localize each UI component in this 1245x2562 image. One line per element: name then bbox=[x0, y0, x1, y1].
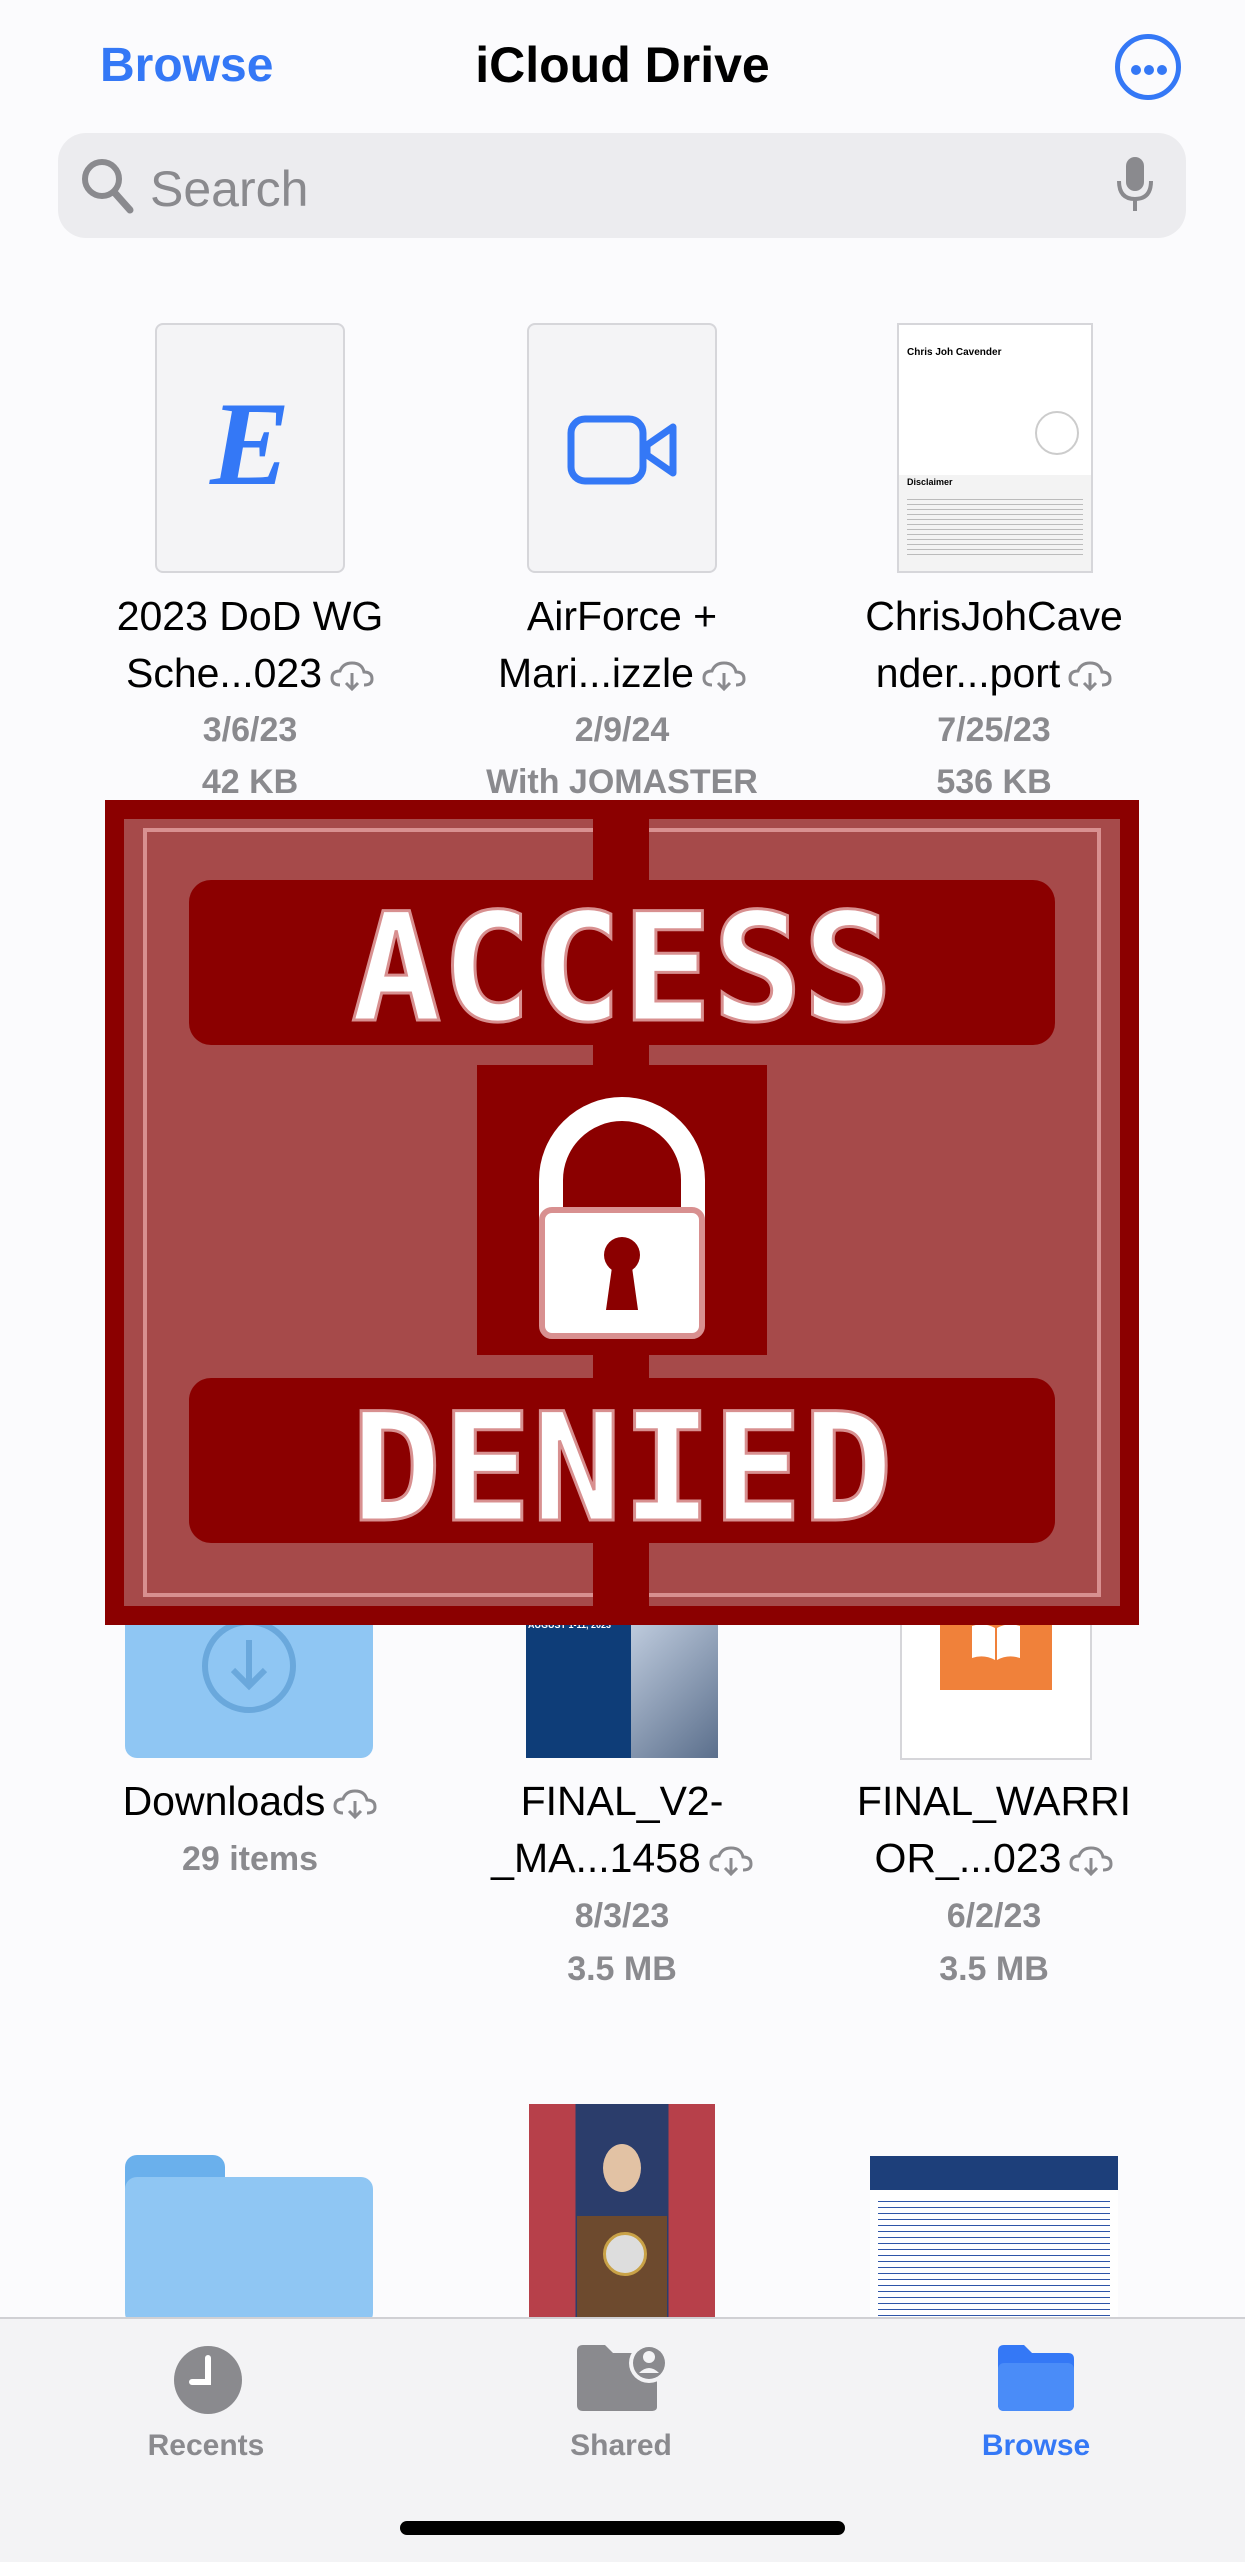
search-icon bbox=[82, 159, 134, 214]
folder-name[interactable]: Downloads bbox=[64, 1773, 436, 1830]
document-thumbnail[interactable]: E bbox=[155, 323, 345, 573]
file-size: 3.5 MB bbox=[939, 1950, 1049, 1988]
document-preview-thumbnail[interactable] bbox=[870, 2156, 1118, 2326]
photo-thumbnail[interactable] bbox=[529, 2104, 715, 2324]
folder-icon bbox=[998, 2345, 1074, 2411]
search-input[interactable]: Search bbox=[150, 160, 308, 218]
preview-section: Disclaimer bbox=[907, 477, 953, 487]
cloud-download-icon[interactable] bbox=[1068, 661, 1112, 692]
file-name[interactable]: AirForce + Mari...izzle bbox=[436, 588, 808, 702]
file-date: 8/3/23 bbox=[574, 1897, 670, 1935]
page-title: iCloud Drive bbox=[475, 37, 770, 93]
file-date: 3/6/23 bbox=[202, 711, 298, 749]
cloud-download-icon[interactable] bbox=[702, 661, 746, 692]
home-indicator[interactable] bbox=[400, 2521, 845, 2535]
access-denied-overlay: ACCESS DENIED bbox=[105, 800, 1139, 1625]
folder-icon[interactable] bbox=[125, 2155, 373, 2325]
file-name[interactable]: 2023 DoD WG Sche...023 bbox=[64, 588, 436, 702]
folder-item-count: 29 items bbox=[181, 1840, 319, 1878]
file-date: 6/2/23 bbox=[946, 1897, 1042, 1935]
cloud-download-icon[interactable] bbox=[709, 1846, 753, 1877]
clock-icon bbox=[174, 2346, 242, 2414]
video-camera-icon bbox=[567, 415, 677, 485]
svg-text:ACCESS: ACCESS bbox=[351, 882, 893, 1056]
svg-text:DENIED: DENIED bbox=[351, 1382, 893, 1556]
pdf-thumbnail[interactable]: Chris Joh Cavender Disclaimer bbox=[897, 323, 1093, 573]
tab-browse[interactable]: Browse bbox=[916, 2319, 1156, 2469]
microphone-icon[interactable] bbox=[1115, 155, 1155, 215]
file-date: 2/9/24 bbox=[574, 711, 670, 749]
file-size: 3.5 MB bbox=[567, 1950, 677, 1988]
preview-title: Chris Joh Cavender bbox=[907, 347, 1002, 358]
video-thumbnail[interactable] bbox=[527, 323, 717, 573]
file-name[interactable]: ChrisJohCave nder...port bbox=[808, 588, 1180, 702]
cloud-download-icon[interactable] bbox=[1069, 1846, 1113, 1877]
file-date: 7/25/23 bbox=[937, 711, 1051, 749]
book-icon bbox=[972, 1624, 1020, 1660]
cloud-download-icon[interactable] bbox=[333, 1789, 377, 1820]
cloud-download-icon[interactable] bbox=[330, 661, 374, 692]
download-arrow-icon bbox=[202, 1619, 296, 1713]
tab-shared[interactable]: Shared bbox=[501, 2319, 741, 2469]
file-name[interactable]: FINAL_V2- _MA...1458 bbox=[436, 1773, 808, 1887]
ellipsis-circle-icon[interactable] bbox=[1115, 34, 1181, 100]
tab-recents[interactable]: Recents bbox=[86, 2319, 326, 2469]
file-name[interactable]: FINAL_WARRI OR_...023 bbox=[808, 1773, 1180, 1887]
shared-folder-icon bbox=[577, 2343, 669, 2411]
